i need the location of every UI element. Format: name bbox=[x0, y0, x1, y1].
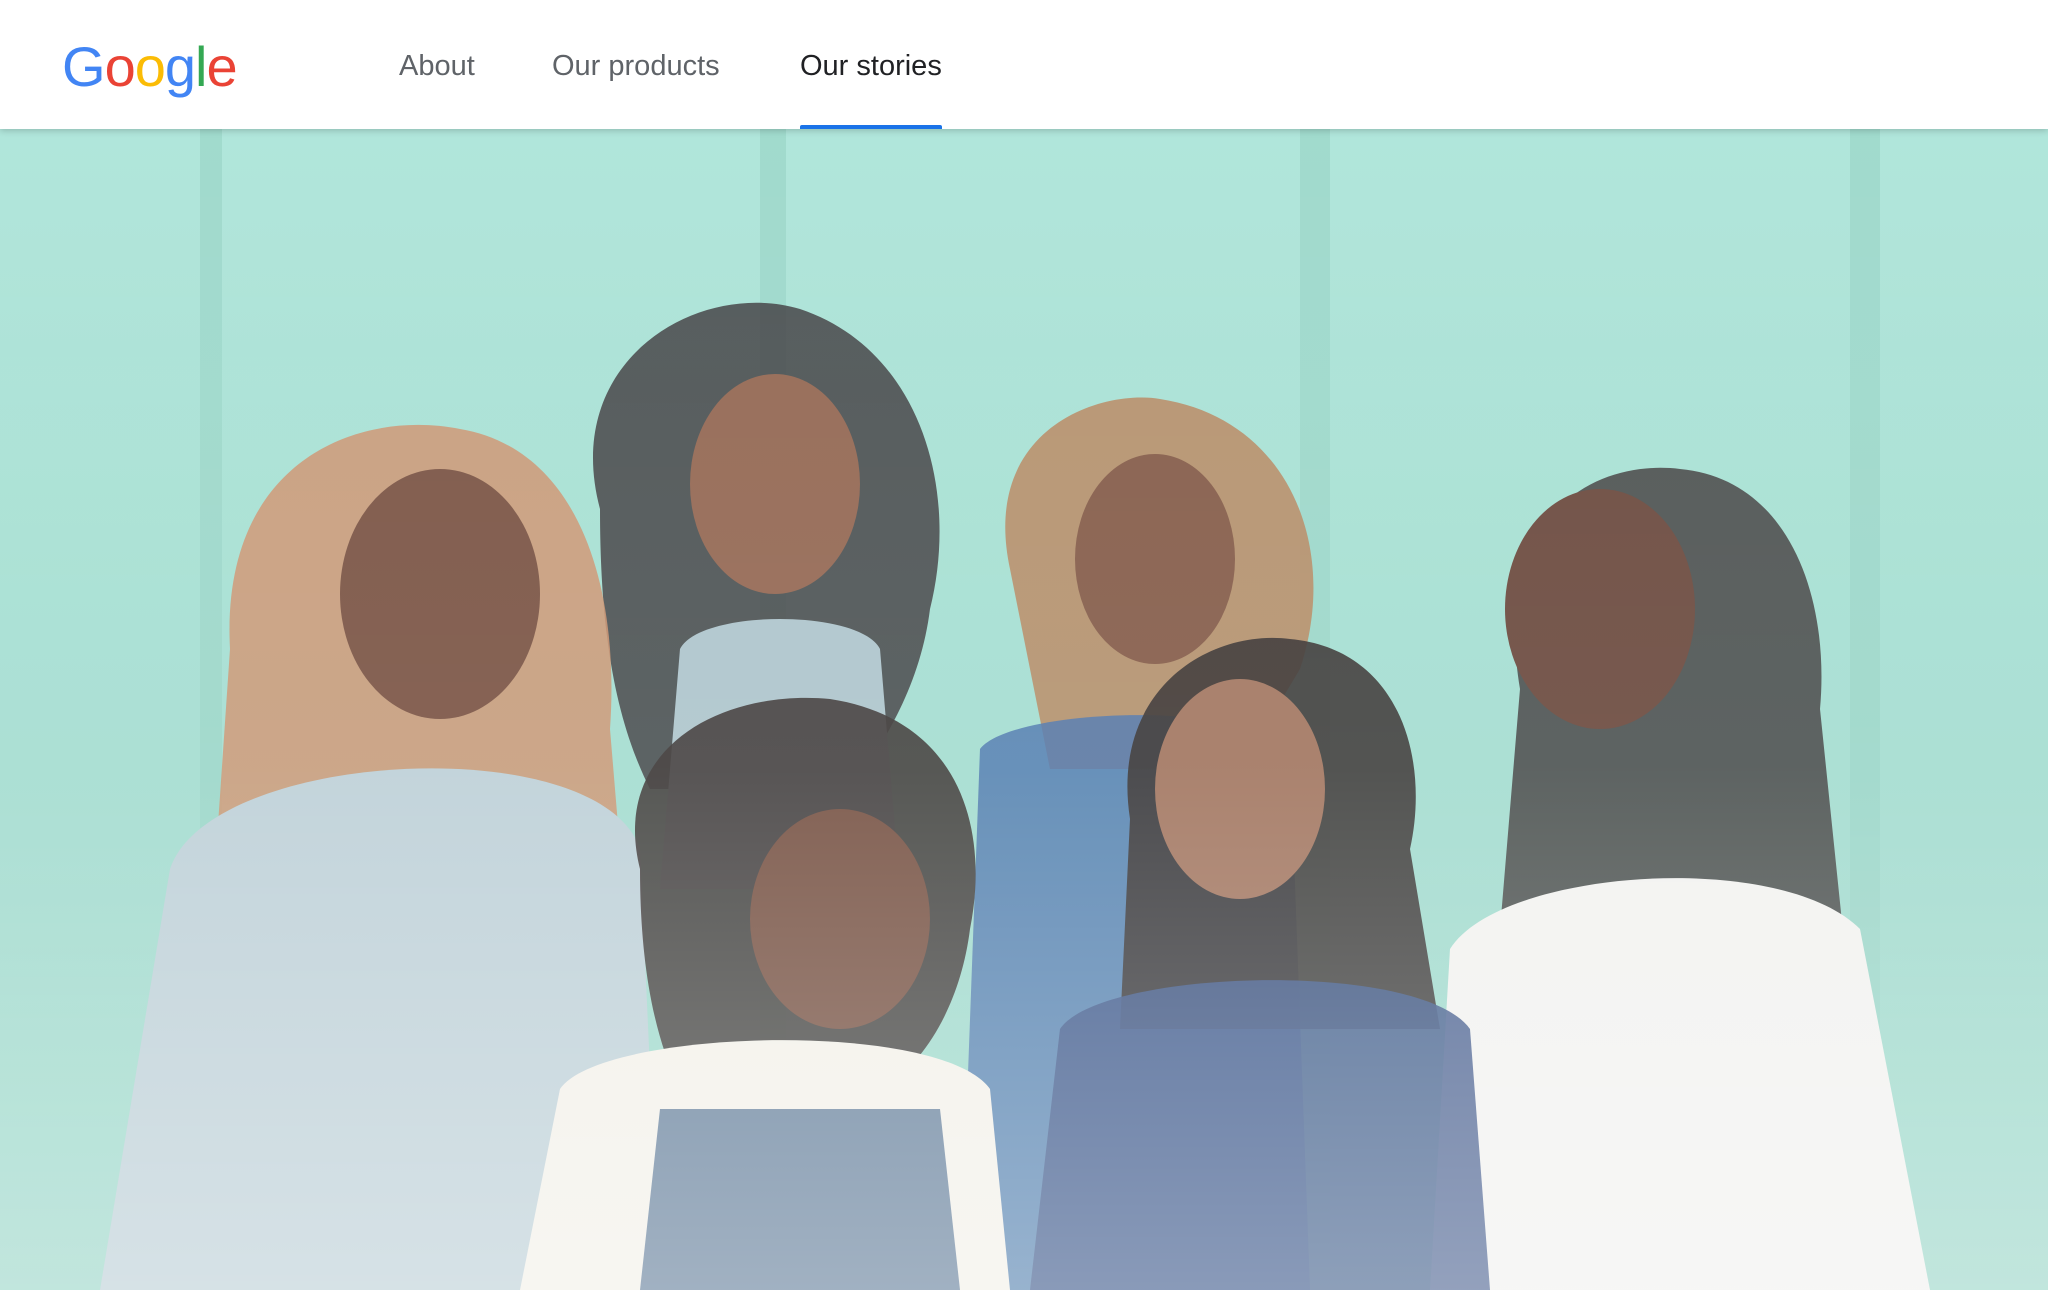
logo-letter-e: e bbox=[206, 35, 237, 98]
nav-about-label: About bbox=[399, 50, 475, 82]
logo-letter-o1: o bbox=[104, 35, 136, 98]
nav-our-products-label: Our products bbox=[552, 50, 720, 82]
google-logo[interactable]: Google bbox=[62, 32, 238, 102]
nav-our-products[interactable]: Our products bbox=[552, 0, 720, 129]
site-header: Google About Our products Our stories bbox=[0, 0, 2048, 129]
logo-letter-g: G bbox=[62, 35, 106, 98]
logo-letter-l: l bbox=[195, 35, 207, 98]
hero-image bbox=[0, 129, 2048, 1290]
active-tab-indicator bbox=[800, 125, 942, 129]
nav-our-stories-label: Our stories bbox=[800, 50, 942, 82]
logo-letter-g2: g bbox=[164, 35, 196, 98]
nav-about[interactable]: About bbox=[399, 0, 475, 129]
nav-our-stories[interactable]: Our stories bbox=[800, 0, 942, 129]
logo-letter-o2: o bbox=[134, 35, 166, 98]
hero-photo bbox=[0, 129, 2048, 1290]
